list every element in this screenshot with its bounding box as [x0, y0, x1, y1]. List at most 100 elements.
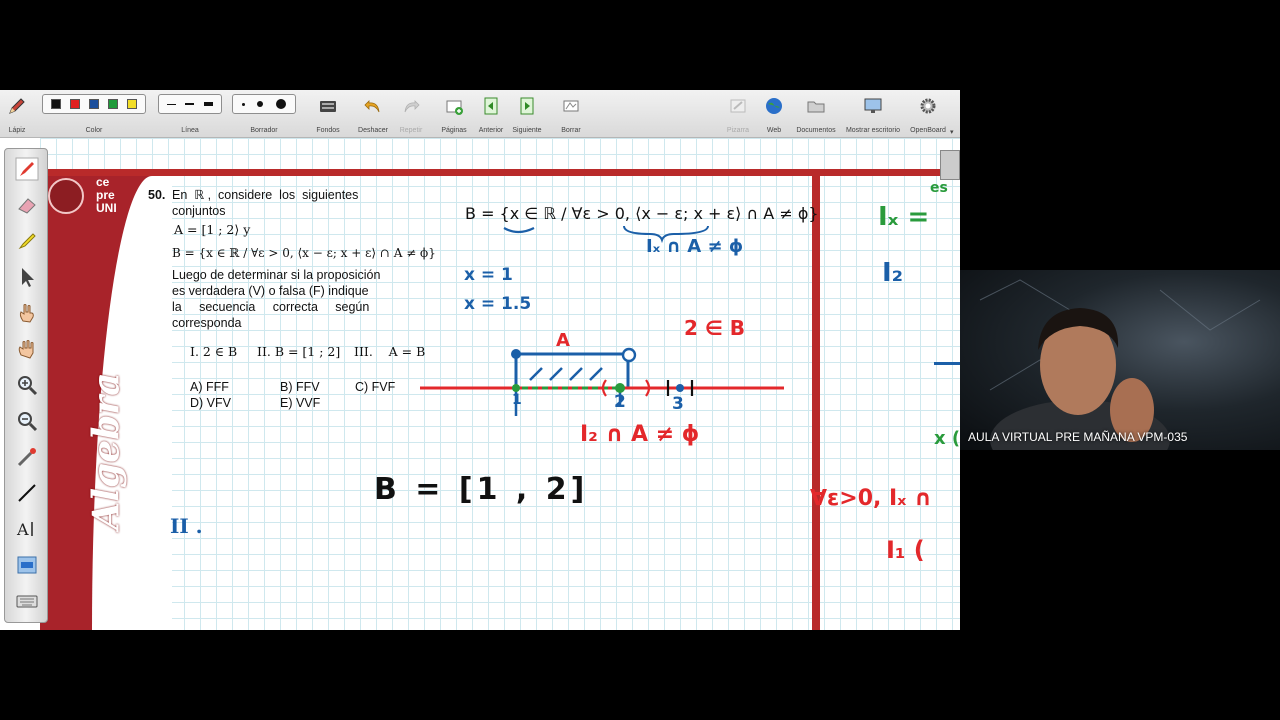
presenter-webcam-feed	[960, 270, 1280, 450]
option-d: D) VFV	[190, 396, 231, 410]
text-tool-icon[interactable]: A	[15, 517, 39, 541]
problem-set-b: B = {x ∈ ℝ / ∀ε > 0, ⟨x − ε; x + ε⟩ ∩ A …	[172, 246, 436, 260]
red-page-separator	[812, 176, 820, 630]
option-b: B) FFV	[280, 380, 320, 394]
note-right-i2: I₂	[882, 258, 904, 288]
documents-button[interactable]: Documentos	[792, 94, 840, 136]
note-x-equals-1: x = 1	[464, 265, 513, 285]
pencil-icon	[9, 98, 25, 114]
note-right-i1: I₁ (	[886, 536, 925, 564]
note-set-b-copy: B = {x ∈ ℝ / ∀ε > 0, ⟨x − ε; x + ε⟩ ∩ A …	[465, 204, 819, 223]
capture-tool-icon[interactable]	[15, 553, 39, 577]
logo-text-uni: UNI	[96, 201, 117, 215]
globe-icon	[766, 98, 782, 114]
problem-line-6: corresponda	[172, 316, 242, 330]
keyboard-background-icon	[320, 101, 336, 112]
option-a: A) FFF	[190, 380, 229, 394]
redo-button[interactable]: Repetir	[394, 94, 428, 136]
cepre-uni-logo-text: ce pre UNI	[96, 176, 117, 215]
previous-label: Anterior	[478, 127, 504, 134]
redo-icon	[404, 100, 420, 113]
add-page-icon	[446, 100, 463, 115]
toolbar-overflow-chevron-icon[interactable]: ▾	[950, 128, 954, 136]
previous-page-button[interactable]: Anterior	[474, 94, 508, 136]
previous-page-icon	[484, 97, 498, 115]
note-tick-1: 1	[512, 392, 522, 408]
problem-line-1: En ℝ , considere los siguientes	[172, 188, 359, 202]
problem-line-3: Luego de determinar si la proposición	[172, 268, 381, 282]
undo-button[interactable]: Deshacer	[354, 94, 392, 136]
presenter-video-image	[979, 279, 1261, 450]
note-right-x: x (	[934, 428, 960, 449]
note-right-ix: Iₓ =	[878, 202, 930, 232]
problem-line-2: conjuntos	[172, 204, 226, 218]
undo-label: Deshacer	[358, 127, 388, 134]
line-label: Línea	[181, 127, 199, 134]
note-roman-ii: II .	[170, 514, 203, 538]
pen-tool-icon[interactable]	[15, 157, 39, 181]
note-tick-3: 3	[672, 394, 684, 414]
option-c: C) FVF	[355, 380, 396, 394]
color-group-caption: Color	[42, 94, 146, 136]
show-desktop-label: Mostrar escritorio	[845, 127, 901, 134]
note-i2-intersection: I₂ ∩ A ≠ ϕ	[580, 422, 700, 447]
number-line-sketch	[420, 347, 784, 416]
selector-arrow-icon[interactable]	[15, 265, 39, 289]
settings-gear-icon	[920, 98, 936, 114]
delete-page-button[interactable]: Borrar	[554, 94, 588, 136]
problem-line-5: la secuencia correcta según	[172, 300, 370, 314]
proposition-ii: II. B = [1 ; 2]	[257, 344, 341, 359]
documents-label: Documentos	[796, 127, 836, 134]
board-mode-button[interactable]: Pizarra	[722, 94, 754, 136]
eraser-group-caption: Borrador	[232, 94, 296, 136]
svg-text:A: A	[16, 520, 29, 539]
board-icon	[730, 99, 746, 113]
sheet-top-red-band	[40, 169, 950, 176]
next-page-button[interactable]: Siguiente	[508, 94, 546, 136]
subject-vertical-title: Algebra	[85, 372, 128, 530]
problem-number: 50.	[148, 188, 166, 202]
page-thumbnails-handle-icon[interactable]	[940, 150, 960, 180]
backgrounds-label: Fondos	[316, 127, 340, 134]
interact-hand-icon[interactable]	[15, 301, 39, 325]
note-right-es: es	[930, 180, 948, 196]
note-result-b: B = [1 , 2]	[374, 472, 589, 507]
next-page-icon	[520, 97, 534, 115]
openboard-menu-button[interactable]: OpenBoard	[906, 94, 950, 136]
pan-hand-icon[interactable]	[15, 337, 39, 361]
uni-seal-logo	[48, 178, 84, 214]
problem-line-4: es verdadera (V) o falsa (F) indique	[172, 284, 369, 298]
web-button[interactable]: Web	[758, 94, 790, 136]
note-ix-intersection: Iₓ ∩ A ≠ ϕ	[646, 236, 744, 257]
main-toolbar: Lápiz Color Línea Borrador Fondos Deshac…	[0, 90, 960, 138]
note-brace-underlines	[503, 225, 709, 244]
clear-board-icon	[563, 100, 579, 112]
eraser-label: Borrador	[250, 127, 278, 134]
pencil-label: Lápiz	[8, 127, 26, 134]
pages-label: Páginas	[441, 127, 467, 134]
line-tool-icon[interactable]	[15, 481, 39, 505]
undo-icon	[364, 100, 380, 113]
webcam-caption: AULA VIRTUAL PRE MAÑANA VPM-035	[968, 430, 1188, 444]
virtual-keyboard-icon[interactable]	[15, 589, 39, 613]
openboard-window: Lápiz Color Línea Borrador Fondos Deshac…	[0, 90, 960, 630]
note-x-equals-1-5: x = 1.5	[464, 294, 532, 314]
next-label: Siguiente	[512, 127, 542, 134]
laser-pointer-icon[interactable]	[15, 445, 39, 469]
pages-button[interactable]: Páginas	[436, 94, 472, 136]
board-label: Pizarra	[726, 127, 750, 134]
proposition-i: I. 2 ∈ B	[190, 344, 238, 359]
eraser-tool-icon[interactable]	[15, 193, 39, 217]
zoom-out-icon[interactable]	[15, 409, 39, 433]
note-right-dash	[934, 362, 960, 365]
show-desktop-button[interactable]: Mostrar escritorio	[842, 94, 904, 136]
stylus-tool-palette: A	[4, 148, 48, 623]
delete-label: Borrar	[561, 127, 581, 134]
color-label: Color	[85, 127, 103, 134]
note-tick-2: 2	[614, 392, 626, 412]
pencil-tool-button[interactable]: Lápiz	[4, 94, 30, 136]
zoom-in-icon[interactable]	[15, 373, 39, 397]
backgrounds-button[interactable]: Fondos	[310, 94, 346, 136]
highlighter-tool-icon[interactable]	[15, 229, 39, 253]
proposition-iii: III. A = B	[354, 344, 426, 359]
